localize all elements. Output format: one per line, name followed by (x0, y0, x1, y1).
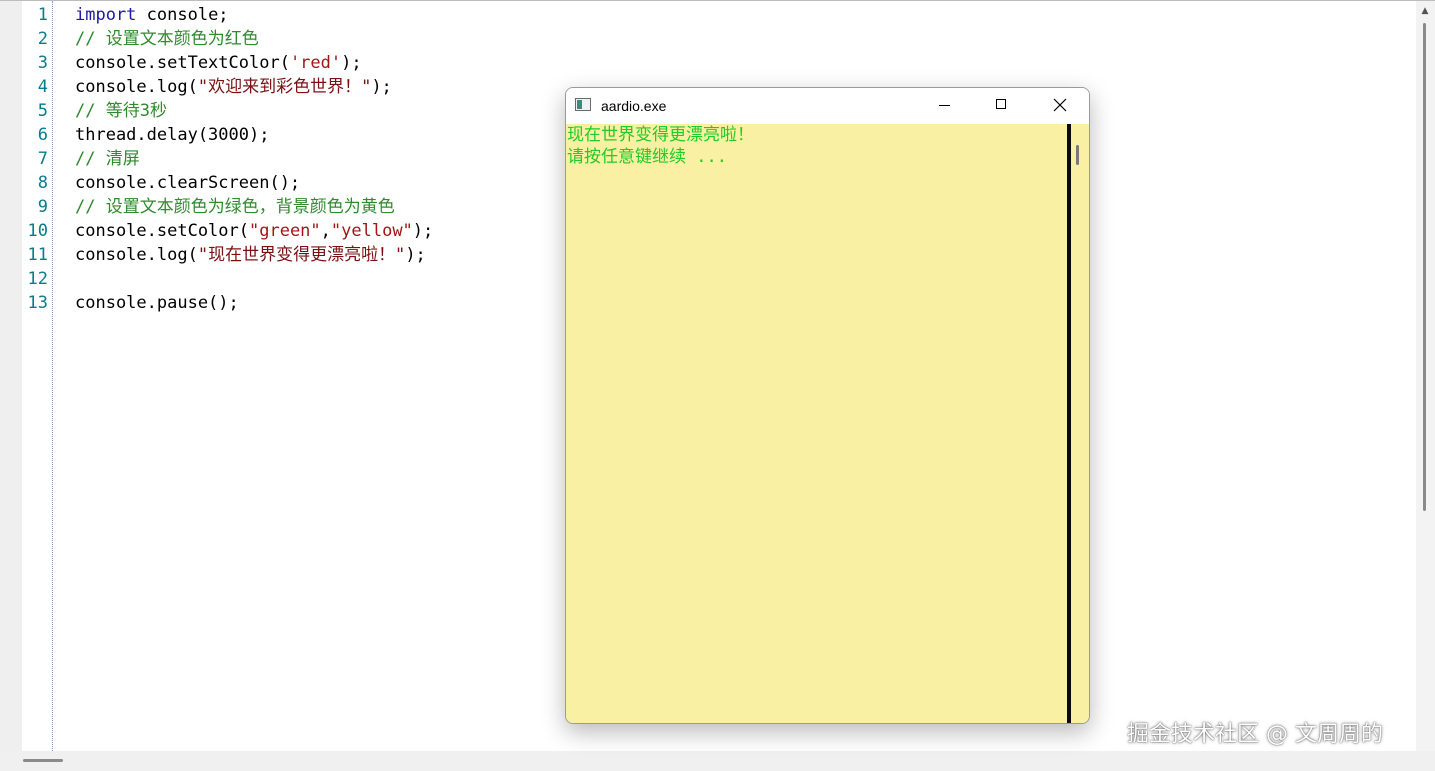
code-line[interactable]: console.setTextColor('red'); (75, 51, 362, 75)
code-line[interactable]: // 设置文本颜色为绿色，背景颜色为黄色 (75, 195, 395, 219)
code-text: console.log( (75, 245, 198, 265)
console-window[interactable]: aardio.exe 现在世界变得更漂亮啦！ 请按任意键继续 ... (565, 87, 1090, 724)
window-titlebar[interactable]: aardio.exe (566, 88, 1089, 124)
scroll-up-arrow-icon[interactable]: ▲ (1419, 5, 1431, 17)
code-text: console.pause(); (75, 293, 239, 313)
code-text: , (320, 221, 331, 241)
code-text: console.setTextColor( (75, 53, 290, 73)
editor-horizontal-scroll-thumb[interactable] (23, 759, 63, 762)
line-number: 7 (37, 149, 48, 169)
code-text: console.clearScreen(); (75, 173, 301, 193)
code-text: console.setColor( (75, 221, 249, 241)
editor-vertical-scroll-thumb[interactable] (1423, 23, 1426, 511)
minimize-icon (939, 105, 950, 106)
line-number: 9 (37, 197, 48, 217)
editor-horizontal-scrollbar[interactable] (0, 751, 1435, 771)
string-literal: "green" (249, 221, 321, 241)
code-comment: // 清屏 (75, 149, 140, 169)
code-text: thread.delay(3000); (75, 125, 270, 145)
string-literal: "现在世界变得更漂亮啦！" (197, 245, 406, 265)
code-text: ); (405, 245, 426, 265)
console-app-icon (575, 98, 591, 111)
code-line[interactable]: console.log("现在世界变得更漂亮啦！"); (75, 243, 426, 267)
editor-margin (0, 1, 22, 751)
code-text: ); (341, 53, 362, 73)
code-text: ); (412, 221, 434, 241)
line-number: 2 (37, 29, 48, 49)
code-line[interactable]: console.setColor("green","yellow"); (75, 219, 433, 243)
console-scroll-thumb[interactable] (1076, 145, 1079, 165)
line-number: 13 (27, 293, 48, 313)
code-comment: // 设置文本颜色为红色 (75, 29, 259, 49)
code-line[interactable]: console.pause(); (75, 291, 239, 315)
code-comment: // 设置文本颜色为绿色，背景颜色为黄色 (75, 197, 395, 217)
window-title: aardio.exe (601, 98, 667, 114)
code-line[interactable]: // 设置文本颜色为红色 (75, 27, 259, 51)
minimize-button[interactable] (921, 88, 967, 124)
string-literal: "yellow" (330, 221, 413, 241)
console-output-line: 请按任意键继续 ... (567, 147, 727, 167)
code-line[interactable]: // 等待3秒 (75, 99, 167, 123)
line-number: 4 (37, 77, 48, 97)
code-text: console.log( (75, 77, 198, 97)
line-number: 8 (37, 173, 48, 193)
console-output-line: 现在世界变得更漂亮啦！ (567, 125, 754, 145)
line-number: 12 (27, 269, 48, 289)
code-line[interactable]: thread.delay(3000); (75, 123, 269, 147)
watermark: 掘金技术社区 @ 文周周的 (1127, 722, 1383, 747)
code-line[interactable]: console.log("欢迎来到彩色世界！"); (75, 75, 392, 99)
code-text: ); (371, 77, 392, 97)
line-number: 1 (37, 5, 48, 25)
close-icon (1053, 98, 1067, 112)
line-number: 6 (37, 125, 48, 145)
code-line[interactable]: // 清屏 (75, 147, 140, 171)
close-button[interactable] (1037, 88, 1083, 124)
line-number: 5 (37, 101, 48, 121)
code-line[interactable]: console.clearScreen(); (75, 171, 300, 195)
console-vertical-scrollbar[interactable] (1067, 124, 1089, 723)
line-number: 3 (37, 53, 48, 73)
string-literal: 'red' (289, 53, 342, 73)
console-output-area[interactable]: 现在世界变得更漂亮啦！ 请按任意键继续 ... (566, 124, 1067, 723)
maximize-icon (996, 99, 1006, 109)
line-number: 11 (27, 245, 48, 265)
code-line[interactable]: import console; (75, 3, 229, 27)
code-comment: // 等待3秒 (75, 101, 167, 121)
keyword: import (75, 5, 137, 25)
string-literal: "欢迎来到彩色世界！" (197, 77, 372, 97)
line-number: 10 (27, 221, 48, 241)
maximize-button[interactable] (978, 88, 1024, 124)
code-text: console; (136, 5, 229, 25)
